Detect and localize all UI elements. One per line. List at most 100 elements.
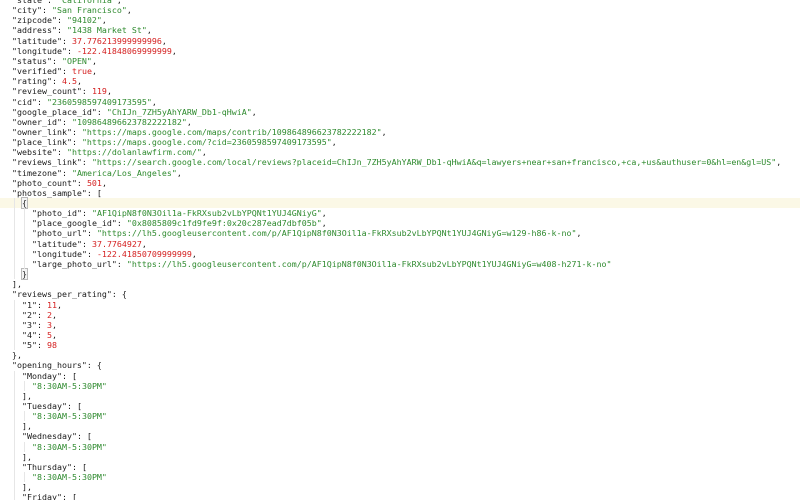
code-line-content: "website": "https://dolanlawfirm.com/",	[12, 147, 207, 157]
key-token: "cid":	[12, 96, 47, 107]
punctuation-token: ,	[331, 137, 337, 148]
indent-guide	[24, 472, 25, 483]
indent-guide	[24, 441, 25, 452]
code-line[interactable]: "owner_link": "https://maps.google.com/m…	[0, 127, 800, 137]
code-line-content: "photo_count": 501,	[12, 178, 107, 188]
punctuation-token: ,	[251, 106, 257, 117]
key-token: "owner_id":	[12, 116, 72, 127]
indent-guide	[14, 370, 15, 500]
code-line[interactable]: "photo_id": "AF1QipN8f0N3Oil1a-FkRXsub2v…	[0, 208, 800, 218]
code-line[interactable]: "large_photo_url": "https://lh5.googleus…	[0, 259, 800, 269]
string-token: "94102"	[66, 15, 102, 26]
code-line-content: "cid": "2360598597409173595",	[12, 97, 157, 107]
code-line[interactable]: "1": 11,	[0, 300, 800, 310]
code-line[interactable]: "cid": "2360598597409173595",	[0, 97, 800, 107]
code-line[interactable]: "Tuesday": [	[0, 401, 800, 411]
punctuation-token: ,	[576, 228, 582, 239]
code-line[interactable]: "4": 5,	[0, 330, 800, 340]
key-token: "Friday": [	[22, 492, 77, 500]
punctuation-token: ,	[381, 126, 387, 137]
key-token: "longitude":	[12, 45, 77, 56]
string-token: "8:30AM-5:30PM"	[32, 380, 107, 391]
punctuation-token: ,	[176, 167, 182, 178]
code-line[interactable]: "place_google_id": "0x8085809c1fd9fe9f:0…	[0, 218, 800, 228]
key-token: "status":	[12, 55, 62, 66]
code-line[interactable]: "longitude": -122.41850709999999,	[0, 249, 800, 259]
code-line[interactable]: ],	[0, 421, 800, 431]
code-line[interactable]: "opening_hours": {	[0, 360, 800, 370]
string-token: "0x8085809c1fd9fe9f:0x20c287ead7dbf05b"	[126, 218, 322, 229]
code-line[interactable]: "address": "1438 Market St",	[0, 25, 800, 35]
punctuation-token: ,	[161, 35, 167, 46]
code-line[interactable]: "reviews_link": "https://search.google.c…	[0, 157, 800, 167]
code-line-content: ],	[22, 391, 32, 401]
number-token: 119	[91, 86, 107, 97]
code-line[interactable]: ],	[0, 391, 800, 401]
key-token: "timezone":	[12, 167, 72, 178]
code-line-content: "place_google_id": "0x8085809c1fd9fe9f:0…	[32, 218, 327, 228]
code-line[interactable]: "latitude": 37.7764927,	[0, 239, 800, 249]
code-line[interactable]: "5": 98	[0, 340, 800, 350]
key-token: "google_place_id":	[12, 106, 107, 117]
code-line[interactable]: "photo_url": "https://lh5.googleusercont…	[0, 228, 800, 238]
code-line[interactable]: },	[0, 350, 800, 360]
number-token: -122.41848069999999	[76, 45, 172, 56]
code-line[interactable]: "longitude": -122.41848069999999,	[0, 46, 800, 56]
indent-guide	[24, 380, 25, 391]
code-line-content: "large_photo_url": "https://lh5.googleus…	[32, 259, 611, 269]
code-line[interactable]: "verified": true,	[0, 66, 800, 76]
punctuation-token: {	[21, 197, 28, 209]
code-line[interactable]: ],	[0, 452, 800, 462]
code-line[interactable]: "8:30AM-5:30PM"	[0, 411, 800, 421]
code-line[interactable]: "photos_sample": [	[0, 188, 800, 198]
code-line-content: "8:30AM-5:30PM"	[32, 442, 107, 452]
key-token: "latitude":	[32, 238, 92, 249]
code-line[interactable]: "timezone": "America/Los_Angeles",	[0, 168, 800, 178]
code-line[interactable]: "place_link": "https://maps.google.com/?…	[0, 137, 800, 147]
code-line[interactable]: "3": 3,	[0, 320, 800, 330]
code-line[interactable]: "rating": 4.5,	[0, 76, 800, 86]
string-token: "San Francisco"	[51, 5, 127, 16]
code-line-content: "verified": true,	[12, 66, 97, 76]
code-line[interactable]: "google_place_id": "ChIJn_7ZH5yAhYARW_Db…	[0, 107, 800, 117]
key-token: "Tuesday": [	[22, 401, 82, 411]
code-line[interactable]: }	[0, 268, 800, 281]
code-line[interactable]: "Friday": [	[0, 492, 800, 500]
code-line[interactable]: "review_count": 119,	[0, 86, 800, 96]
string-token: "https://maps.google.com/?cid=2360598597…	[81, 137, 332, 148]
code-line[interactable]: "2": 2,	[0, 310, 800, 320]
code-line[interactable]: "8:30AM-5:30PM"	[0, 442, 800, 452]
code-line-content: "owner_id": "109864896623782222182",	[12, 117, 192, 127]
code-line[interactable]: "Wednesday": [	[0, 431, 800, 441]
code-line-content: "3": 3,	[22, 320, 57, 330]
code-line[interactable]: "website": "https://dolanlawfirm.com/",	[0, 147, 800, 157]
key-token: "review_count":	[12, 86, 92, 97]
code-line-content: "longitude": -122.41848069999999,	[12, 46, 177, 56]
code-line[interactable]: "Thursday": [	[0, 462, 800, 472]
code-line[interactable]: "owner_id": "109864896623782222182",	[0, 117, 800, 127]
string-token: "https://search.google.com/local/reviews…	[91, 157, 777, 168]
number-token: 501	[86, 177, 102, 188]
code-line-content: "Friday": [	[22, 492, 77, 500]
key-token: "photo_url":	[32, 228, 97, 239]
code-line[interactable]: "Monday": [	[0, 371, 800, 381]
key-token: "zipcode":	[12, 15, 67, 26]
code-line[interactable]: "reviews_per_rating": {	[0, 289, 800, 299]
code-line[interactable]: "status": "OPEN",	[0, 56, 800, 66]
punctuation-token: ],	[22, 482, 32, 493]
code-line[interactable]: "zipcode": "94102",	[0, 15, 800, 25]
code-line[interactable]: "photo_count": 501,	[0, 178, 800, 188]
key-token: "latitude":	[12, 35, 72, 46]
code-line-content: "city": "San Francisco",	[12, 5, 132, 15]
code-line-content: ],	[12, 279, 22, 289]
code-line[interactable]: "8:30AM-5:30PM"	[0, 381, 800, 391]
key-token: "Monday": [	[22, 370, 77, 381]
code-line[interactable]: ],	[0, 482, 800, 492]
code-line[interactable]: "city": "San Francisco",	[0, 5, 800, 15]
code-line[interactable]: ],	[0, 279, 800, 289]
code-line[interactable]: "8:30AM-5:30PM"	[0, 472, 800, 482]
code-editor[interactable]: "state": "California", "city": "San Franc…	[0, 0, 800, 500]
key-token: "photo_id":	[32, 208, 92, 219]
code-line[interactable]: {	[0, 197, 800, 209]
code-line[interactable]: "latitude": 37.776213999999996,	[0, 36, 800, 46]
